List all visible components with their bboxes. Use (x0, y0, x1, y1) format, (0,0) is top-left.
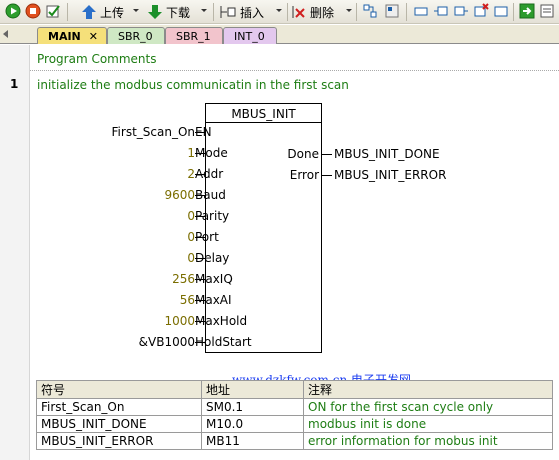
table-row[interactable]: MBUS_INIT_ERROR MB11 error information f… (36, 432, 553, 450)
output-wire (322, 175, 332, 176)
download-dropdown-caret[interactable] (201, 9, 207, 12)
symbol-table-header: 符号 地址 注释 (36, 380, 553, 399)
download-label: 下载 (166, 5, 191, 20)
block-title-divider (206, 122, 321, 123)
tab-sbr-0[interactable]: SBR_0 (107, 27, 165, 44)
input-pin-maxiq: MaxIQ (195, 272, 233, 286)
tab-int-0-label: INT_0 (234, 29, 265, 43)
symbol-cell[interactable]: First_Scan_On (36, 398, 202, 416)
address-cell[interactable]: MB11 (201, 432, 304, 450)
comment-cell[interactable]: error information for mobus init (303, 432, 553, 450)
symbol-cell[interactable]: MBUS_INIT_ERROR (36, 432, 202, 450)
network-comment[interactable]: initialize the modbus communicatin in th… (37, 78, 349, 92)
col-address-header: 地址 (201, 380, 304, 399)
insert-icon (220, 6, 236, 18)
input-value-en[interactable]: First_Scan_On (112, 125, 195, 139)
network-view-icon[interactable] (362, 3, 378, 19)
input-pin-maxai: MaxAI (195, 293, 232, 307)
input-pin-mode: Mode (195, 146, 228, 160)
col-symbol-header: 符号 (36, 380, 202, 399)
toolbar-separator (406, 3, 407, 21)
tab-bar: MAIN ✕ SBR_0 SBR_1 INT_0 (0, 25, 559, 44)
network-number: 1 (10, 77, 19, 91)
input-value-holdstart[interactable]: &VB1000 (139, 335, 195, 349)
run-icon[interactable] (5, 3, 21, 19)
delete-button[interactable]: 删除 (291, 3, 334, 21)
input-value-parity[interactable]: 0 (187, 209, 195, 223)
toolbar: 上传 下载 插入 删除 (0, 0, 559, 24)
symbol-cell[interactable]: MBUS_INIT_DONE (36, 415, 202, 433)
tab-sbr-1[interactable]: SBR_1 (165, 27, 223, 44)
input-value-delay[interactable]: 0 (187, 251, 195, 265)
branch-right-icon[interactable] (453, 3, 469, 19)
program-comments[interactable]: Program Comments (37, 52, 157, 66)
tab-main-label: MAIN (48, 29, 81, 43)
upload-label: 上传 (100, 5, 125, 20)
delete-label: 删除 (310, 5, 335, 20)
upload-dropdown-caret[interactable] (133, 9, 139, 12)
compile-check-icon[interactable] (45, 3, 61, 19)
toolbar-separator (213, 3, 214, 21)
col-comment-header: 注释 (303, 380, 553, 399)
comment-cell[interactable]: modbus init is done (303, 415, 553, 433)
toolbar-separator (513, 3, 514, 21)
tab-main[interactable]: MAIN ✕ (37, 27, 107, 44)
arrow-up-icon (82, 5, 96, 19)
output-value-done[interactable]: MBUS_INIT_DONE (334, 147, 440, 161)
input-pin-delay: Delay (195, 251, 230, 265)
input-pin-addr: Addr (195, 167, 224, 181)
tab-scroll-left-icon[interactable] (3, 30, 8, 38)
input-value-maxhold[interactable]: 1000 (164, 314, 195, 328)
delete-dropdown-caret[interactable] (346, 9, 352, 12)
tab-sbr-0-label: SBR_0 (118, 29, 153, 43)
symbol-table: 符号 地址 注释 First_Scan_On SM0.1 ON for the … (36, 380, 553, 450)
input-pin-parity: Parity (195, 209, 230, 223)
input-value-baud[interactable]: 9600 (164, 188, 195, 202)
arrow-down-icon (148, 5, 162, 19)
toolbar-separator (67, 3, 68, 21)
output-pin-error: Error (289, 168, 319, 182)
input-pin-baud: Baud (195, 188, 226, 202)
insert-label: 插入 (240, 5, 265, 20)
address-cell[interactable]: M10.0 (201, 415, 304, 433)
close-tab-icon[interactable]: ✕ (89, 30, 98, 43)
output-value-error[interactable]: MBUS_INIT_ERROR (334, 168, 446, 182)
input-value-addr[interactable]: 2 (187, 167, 195, 181)
table-row[interactable]: MBUS_INIT_DONE M10.0 modbus init is done (36, 415, 553, 433)
upload-button[interactable]: 上传 (81, 3, 124, 21)
box-edit-icon[interactable] (493, 3, 509, 19)
toolbar-separator (287, 3, 288, 21)
table-row[interactable]: First_Scan_On SM0.1 ON for the first sca… (36, 398, 553, 416)
insert-button[interactable]: 插入 (219, 3, 264, 21)
editor-gutter (0, 45, 30, 460)
block-title: MBUS_INIT (231, 107, 296, 121)
address-cell[interactable]: SM0.1 (201, 398, 304, 416)
help-icon[interactable] (539, 3, 555, 19)
box-icon[interactable] (413, 3, 429, 19)
download-button[interactable]: 下载 (147, 3, 190, 21)
insert-dropdown-caret[interactable] (276, 9, 282, 12)
input-value-mode[interactable]: 1 (187, 146, 195, 160)
branch-left-icon[interactable] (433, 3, 449, 19)
network-divider (30, 70, 559, 71)
comment-cell[interactable]: ON for the first scan cycle only (303, 398, 553, 416)
input-pin-port: Port (195, 230, 219, 244)
delete-icon (292, 6, 305, 18)
input-value-maxiq[interactable]: 256 (172, 272, 195, 286)
delete-branch-icon[interactable] (473, 3, 489, 19)
input-pin-holdstart: HoldStart (195, 335, 252, 349)
network-collapse-icon[interactable] (384, 3, 400, 19)
input-value-port[interactable]: 0 (187, 230, 195, 244)
tab-sbr-1-label: SBR_1 (176, 29, 211, 43)
stop-icon[interactable] (25, 3, 41, 19)
output-pin-done: Done (287, 147, 319, 161)
toolbar-separator (356, 3, 357, 21)
input-value-maxai[interactable]: 56 (180, 293, 195, 307)
exit-icon[interactable] (519, 3, 535, 19)
output-wire (322, 154, 332, 155)
tab-int-0[interactable]: INT_0 (223, 27, 277, 44)
input-pin-en: EN (195, 125, 212, 139)
input-pin-maxhold: MaxHold (195, 314, 248, 328)
